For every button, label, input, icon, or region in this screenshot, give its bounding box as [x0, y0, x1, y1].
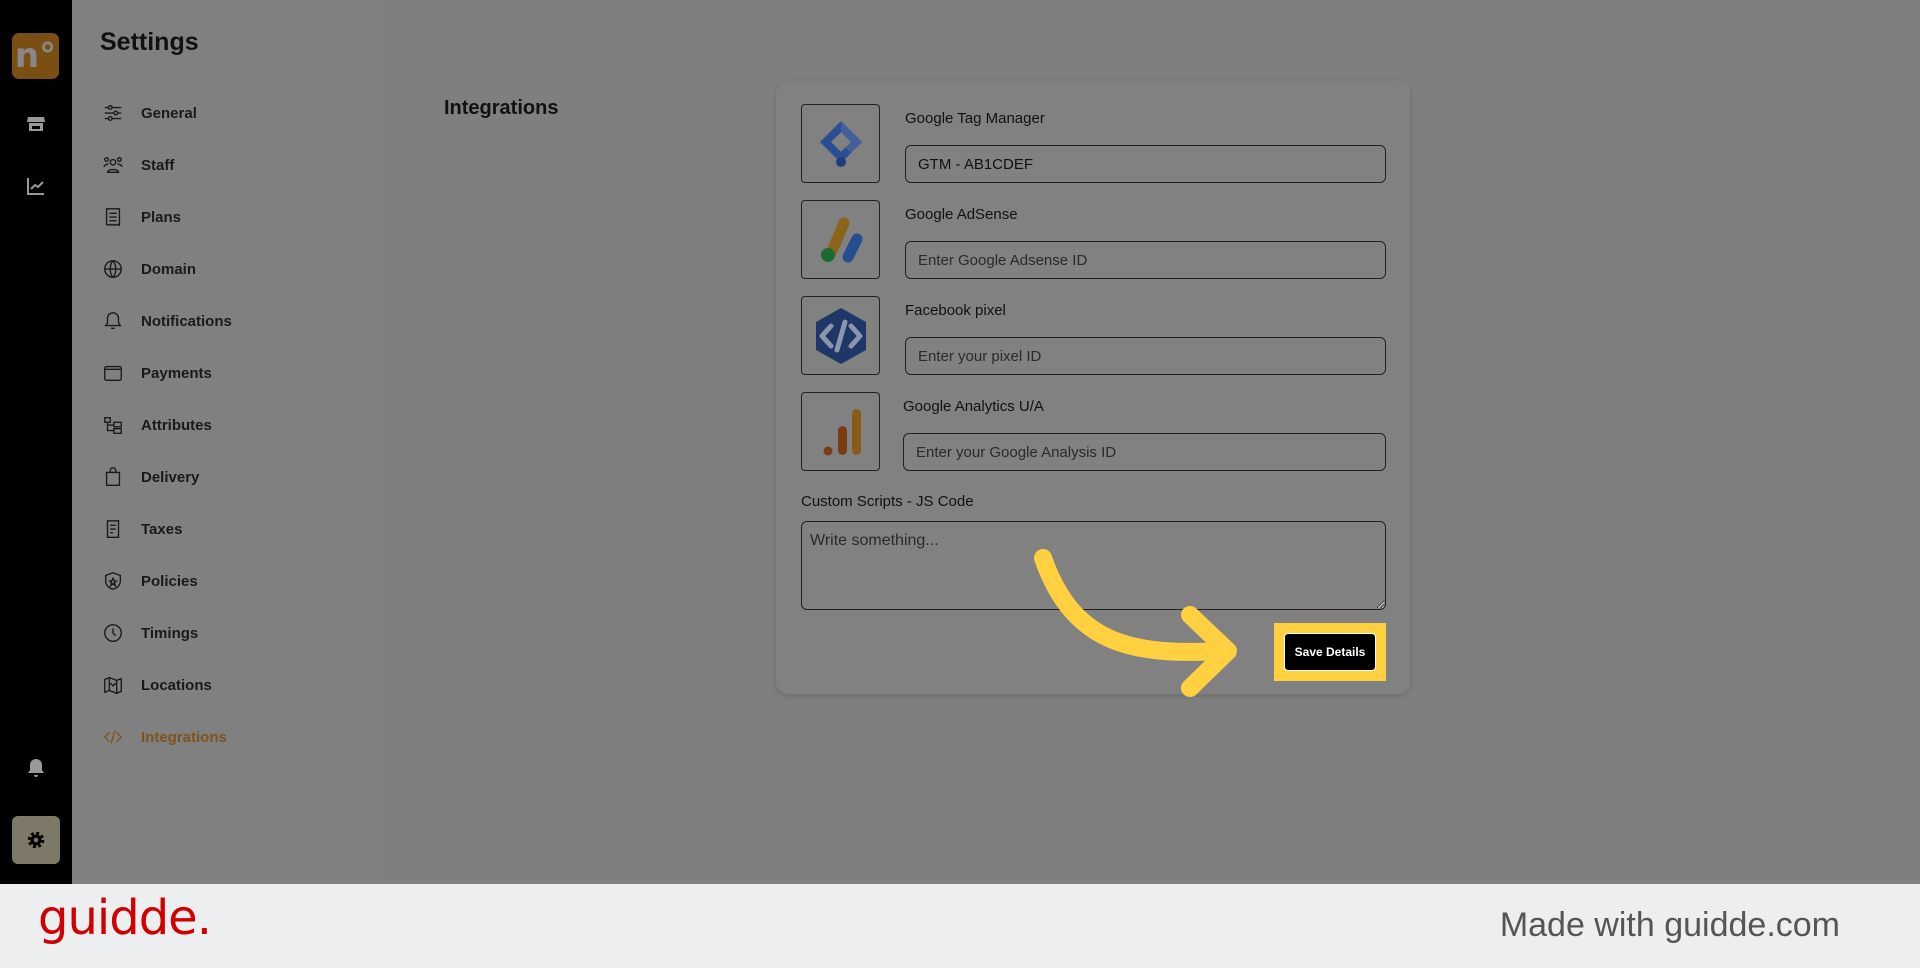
- sidebar-item-label: Attributes: [141, 416, 212, 434]
- sidebar-item-label: Domain: [141, 260, 197, 278]
- shield-icon: [104, 572, 122, 590]
- pixel-label: Facebook pixel: [905, 302, 1006, 319]
- adsense-logo: [801, 200, 880, 279]
- footer: guidde. Made with guidde.com: [0, 884, 1920, 968]
- analytics-label: Google Analytics U/A: [903, 398, 1044, 415]
- settings-sidebar: Settings General Staff Plans Domain Notifica…: [72, 0, 385, 884]
- bag-icon: [105, 467, 121, 486]
- wallet-icon: [104, 365, 122, 382]
- sidebar-item-delivery[interactable]: Delivery: [102, 462, 372, 492]
- sliders-icon: [104, 104, 122, 122]
- sidebar-item-notifications[interactable]: Notifications: [102, 306, 372, 336]
- custom-scripts-textarea[interactable]: [801, 521, 1386, 610]
- google-tag-manager-icon: [819, 120, 862, 167]
- receipt-icon: [105, 208, 121, 227]
- gtm-logo: [801, 104, 880, 183]
- sidebar-item-label: Staff: [141, 156, 175, 174]
- chart-icon[interactable]: [24, 174, 48, 198]
- bell-icon: [104, 312, 122, 330]
- sidebar-item-label: Delivery: [141, 468, 200, 486]
- made-with-text: Made with guidde.com: [1499, 906, 1840, 944]
- clock-icon: [104, 624, 122, 642]
- sidebar-item-label: Plans: [141, 208, 182, 226]
- sidebar-item-plans[interactable]: Plans: [102, 202, 372, 232]
- sidebar-item-locations[interactable]: Locations: [102, 670, 372, 700]
- pixel-input[interactable]: [905, 337, 1386, 375]
- sidebar-item-payments[interactable]: Payments: [102, 358, 372, 388]
- tax-icon: [106, 520, 120, 538]
- adsense-label: Google AdSense: [905, 206, 1018, 223]
- gtm-label: Google Tag Manager: [905, 110, 1045, 127]
- sidebar-item-label: Notifications: [141, 312, 232, 330]
- save-details-button[interactable]: Save Details: [1284, 633, 1376, 671]
- sidebar-item-general[interactable]: General: [102, 98, 372, 128]
- gear-icon: [27, 831, 45, 849]
- guidde-logo: guidde.: [38, 890, 212, 946]
- google-analytics-icon: [823, 408, 861, 455]
- code-icon: [103, 730, 123, 744]
- adsense-input[interactable]: [905, 241, 1386, 279]
- pixel-logo: [801, 296, 880, 375]
- globe-icon: [104, 260, 122, 278]
- users-icon: [103, 156, 123, 174]
- sidebar-item-domain[interactable]: Domain: [102, 254, 372, 284]
- app-rail: n°: [0, 0, 72, 884]
- sidebar-item-label: Integrations: [141, 728, 227, 746]
- gtm-input[interactable]: [905, 145, 1386, 183]
- sidebar-item-label: Locations: [141, 676, 212, 694]
- google-adsense-icon: [820, 217, 862, 262]
- page-title: Integrations: [444, 97, 559, 119]
- code-hexagon-icon: [815, 307, 866, 364]
- settings-rail-button[interactable]: [12, 816, 60, 864]
- sidebar-item-label: Timings: [141, 624, 199, 642]
- settings-title: Settings: [100, 28, 199, 56]
- sidebar-item-taxes[interactable]: Taxes: [102, 514, 372, 544]
- sidebar-item-label: Taxes: [141, 520, 183, 538]
- analytics-logo: [801, 392, 880, 471]
- analytics-input[interactable]: [903, 433, 1386, 471]
- sidebar-item-attributes[interactable]: Attributes: [102, 410, 372, 440]
- integrations-card: Google Tag Manager Google AdSense Facebo…: [776, 81, 1410, 694]
- sidebar-item-label: Policies: [141, 572, 198, 590]
- map-icon: [104, 676, 122, 695]
- bell-icon[interactable]: [24, 756, 48, 780]
- custom-scripts-label: Custom Scripts - JS Code: [801, 493, 974, 510]
- hierarchy-icon: [104, 416, 122, 434]
- sidebar-item-label: General: [141, 104, 197, 122]
- sidebar-item-staff[interactable]: Staff: [102, 150, 372, 180]
- sidebar-item-label: Payments: [141, 364, 212, 382]
- sidebar-item-policies[interactable]: Policies: [102, 566, 372, 596]
- sidebar-item-timings[interactable]: Timings: [102, 618, 372, 648]
- sidebar-item-integrations[interactable]: Integrations: [102, 722, 372, 752]
- app-logo[interactable]: n°: [12, 33, 59, 79]
- store-icon[interactable]: [24, 112, 48, 136]
